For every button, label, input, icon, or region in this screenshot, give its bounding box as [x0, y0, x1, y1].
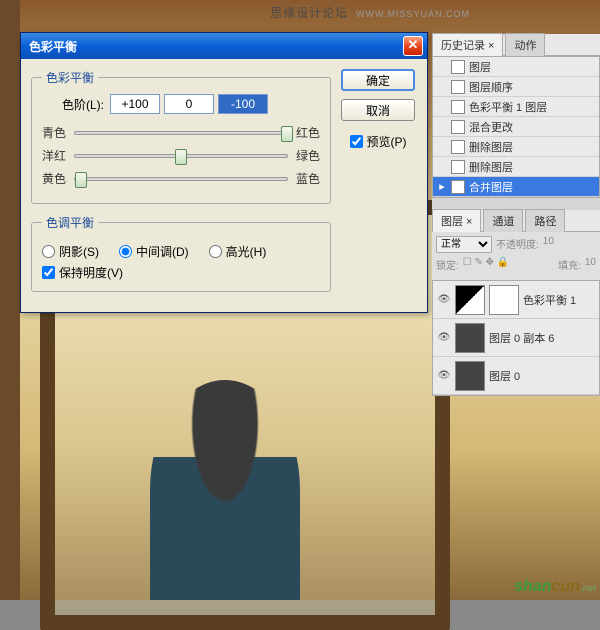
mask-thumbnail[interactable] — [489, 285, 519, 315]
dialog-titlebar[interactable]: 色彩平衡 ✕ — [21, 33, 427, 59]
dialog-title: 色彩平衡 — [29, 38, 77, 55]
close-button[interactable]: ✕ — [403, 36, 423, 56]
highlights-radio[interactable]: 高光(H) — [209, 243, 267, 260]
visibility-icon[interactable] — [437, 331, 451, 345]
slider-thumb[interactable] — [75, 172, 87, 188]
layer-name: 图层 0 副本 6 — [489, 330, 554, 346]
slider-blue-label: 蓝色 — [292, 170, 320, 187]
layer-thumbnail[interactable] — [455, 323, 485, 353]
layer-row[interactable]: 图层 0 — [433, 357, 599, 395]
layer-thumbnail[interactable] — [455, 285, 485, 315]
watermark-bottom: shancun.net — [514, 578, 596, 596]
lock-icons[interactable]: ☐ ✎ ✥ 🔒 — [463, 257, 510, 272]
watermark-url: WWW.MISSYUAN.COM — [356, 9, 470, 19]
history-item[interactable]: 图层顺序 — [433, 77, 599, 97]
slider-yellow-label: 黄色 — [42, 170, 70, 187]
layer-icon — [451, 80, 465, 94]
layer-icon — [451, 180, 465, 194]
preview-checkbox[interactable]: 预览(P) — [350, 133, 407, 150]
preserve-luminosity-checkbox[interactable]: 保持明度(V) — [42, 264, 320, 281]
layer-thumbnail[interactable] — [455, 361, 485, 391]
layer-name: 图层 0 — [489, 368, 520, 384]
levels-label: 色阶(L): — [62, 96, 104, 113]
tab-layers[interactable]: 图层 × — [432, 209, 481, 232]
layer-list: 色彩平衡 1 图层 0 副本 6 图层 0 — [432, 280, 600, 396]
history-item-selected[interactable]: ▸合并图层 — [433, 177, 599, 197]
ok-button[interactable]: 确定 — [341, 69, 415, 91]
fill-value[interactable]: 10 — [585, 257, 596, 272]
level-3-input[interactable] — [218, 94, 268, 114]
fill-label: 填充: — [558, 257, 581, 272]
slider-green-label: 绿色 — [292, 147, 320, 164]
slider-magenta-label: 洋红 — [42, 147, 70, 164]
history-item[interactable]: 删除图层 — [433, 137, 599, 157]
slider-red-label: 红色 — [292, 124, 320, 141]
history-item[interactable]: 删除图层 — [433, 157, 599, 177]
history-item[interactable]: 色彩平衡 1 图层 — [433, 97, 599, 117]
tab-channels[interactable]: 通道 — [483, 209, 523, 232]
layer-icon — [451, 140, 465, 154]
slider-thumb[interactable] — [281, 126, 293, 142]
tone-balance-legend: 色调平衡 — [42, 214, 98, 231]
slider-thumb[interactable] — [175, 149, 187, 165]
layer-icon — [451, 120, 465, 134]
watermark-top: 思缘设计论坛 WWW.MISSYUAN.COM — [270, 4, 470, 21]
cyan-red-slider[interactable] — [74, 131, 288, 135]
midtones-radio[interactable]: 中间调(D) — [119, 243, 189, 260]
layer-icon — [451, 160, 465, 174]
shadows-radio[interactable]: 阴影(S) — [42, 243, 99, 260]
lock-label: 锁定: — [436, 257, 459, 272]
color-balance-dialog: 色彩平衡 ✕ 色彩平衡 色阶(L): 青色 红色 洋红 — [20, 32, 428, 313]
layer-icon — [451, 60, 465, 74]
layer-name: 色彩平衡 1 — [523, 292, 576, 308]
visibility-icon[interactable] — [437, 369, 451, 383]
history-item[interactable]: 图层 — [433, 57, 599, 77]
layers-tabs: 图层 × 通道 路径 — [432, 210, 600, 232]
history-list: 图层 图层顺序 色彩平衡 1 图层 混合更改 删除图层 删除图层 ▸合并图层 — [432, 56, 600, 198]
layer-icon — [451, 100, 465, 114]
tone-balance-group: 色调平衡 阴影(S) 中间调(D) 高光(H) 保持明度(V) — [31, 214, 331, 292]
blend-mode-select[interactable]: 正常 — [436, 236, 492, 253]
layers-panel: 图层 × 通道 路径 正常 不透明度: 10 锁定: ☐ ✎ ✥ 🔒 填充: 1… — [432, 210, 600, 396]
opacity-label: 不透明度: — [496, 236, 539, 253]
yellow-blue-slider[interactable] — [74, 177, 288, 181]
visibility-icon[interactable] — [437, 293, 451, 307]
history-item[interactable]: 混合更改 — [433, 117, 599, 137]
level-2-input[interactable] — [164, 94, 214, 114]
tab-history[interactable]: 历史记录 × — [432, 33, 503, 56]
layer-row[interactable]: 图层 0 副本 6 — [433, 319, 599, 357]
opacity-value[interactable]: 10 — [543, 236, 554, 253]
level-1-input[interactable] — [110, 94, 160, 114]
cancel-button[interactable]: 取消 — [341, 99, 415, 121]
magenta-green-slider[interactable] — [74, 154, 288, 158]
color-balance-legend: 色彩平衡 — [42, 69, 98, 86]
photo-silhouette — [150, 380, 300, 600]
slider-cyan-label: 青色 — [42, 124, 70, 141]
panels-container: 历史记录 × 动作 图层 图层顺序 色彩平衡 1 图层 混合更改 删除图层 删除… — [432, 34, 600, 396]
layer-controls: 正常 不透明度: 10 锁定: ☐ ✎ ✥ 🔒 填充: 10 — [432, 232, 600, 280]
watermark-cn: 思缘设计论坛 — [270, 6, 348, 20]
tab-actions[interactable]: 动作 — [505, 33, 545, 56]
layer-row[interactable]: 色彩平衡 1 — [433, 281, 599, 319]
history-tabs: 历史记录 × 动作 — [432, 34, 600, 56]
tab-paths[interactable]: 路径 — [525, 209, 565, 232]
color-balance-group: 色彩平衡 色阶(L): 青色 红色 洋红 绿色 — [31, 69, 331, 204]
